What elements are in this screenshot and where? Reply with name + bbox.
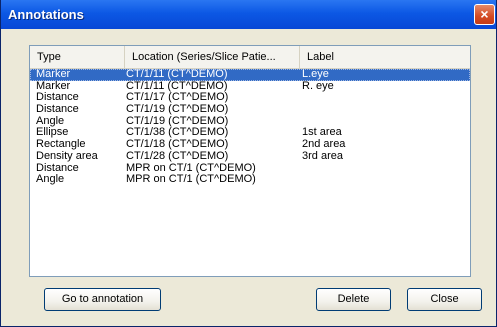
list-item[interactable]: Distance CT/1/19 (CT^DEMO): [30, 103, 470, 116]
title-bar[interactable]: Annotations ×: [1, 0, 496, 29]
go-to-annotation-button[interactable]: Go to annotation: [44, 288, 161, 311]
column-header-type[interactable]: Type: [30, 46, 125, 68]
list-rows: Marker CT/1/11 (CT^DEMO) L.eye Marker CT/1/1…: [30, 68, 470, 186]
column-header-label[interactable]: Label: [300, 46, 470, 68]
cell-type: Marker: [36, 68, 71, 80]
cell-location: CT/1/19 (CT^DEMO): [126, 103, 229, 116]
close-button[interactable]: Close: [407, 288, 482, 311]
annotations-dialog: Annotations × Type Location (Series/Slic…: [0, 0, 497, 327]
list-header: Type Location (Series/Slice Patie... Lab…: [30, 46, 470, 69]
close-icon[interactable]: ×: [474, 4, 495, 25]
cell-label: R. eye: [302, 79, 334, 92]
dialog-title: Annotations: [8, 7, 84, 22]
list-item[interactable]: Density area CT/1/28 (CT^DEMO) 3rd area: [30, 149, 470, 163]
list-item[interactable]: Angle MPR on CT/1 (CT^DEMO): [30, 173, 470, 186]
annotations-list[interactable]: Type Location (Series/Slice Patie... Lab…: [29, 45, 471, 277]
delete-button[interactable]: Delete: [316, 288, 391, 311]
cell-location: CT/1/11 (CT^DEMO): [126, 68, 228, 80]
cell-location: MPR on CT/1 (CT^DEMO): [126, 173, 256, 186]
list-item[interactable]: Distance CT/1/17 (CT^DEMO): [30, 92, 470, 104]
cell-type: Density area: [36, 149, 98, 162]
list-item[interactable]: Marker CT/1/11 (CT^DEMO) R. eye: [30, 79, 470, 93]
cell-label: L.eye: [302, 68, 329, 80]
cell-label: 3rd area: [302, 149, 343, 162]
cell-type: Distance: [36, 103, 79, 116]
column-header-location[interactable]: Location (Series/Slice Patie...: [125, 46, 300, 68]
list-item[interactable]: Angle CT/1/19 (CT^DEMO): [30, 115, 470, 128]
list-item[interactable]: Marker CT/1/11 (CT^DEMO) L.eye: [30, 68, 470, 81]
list-item[interactable]: Ellipse CT/1/38 (CT^DEMO) 1st area: [30, 127, 470, 139]
cell-location: CT/1/28 (CT^DEMO): [126, 149, 229, 162]
cell-type: Angle: [36, 173, 65, 186]
